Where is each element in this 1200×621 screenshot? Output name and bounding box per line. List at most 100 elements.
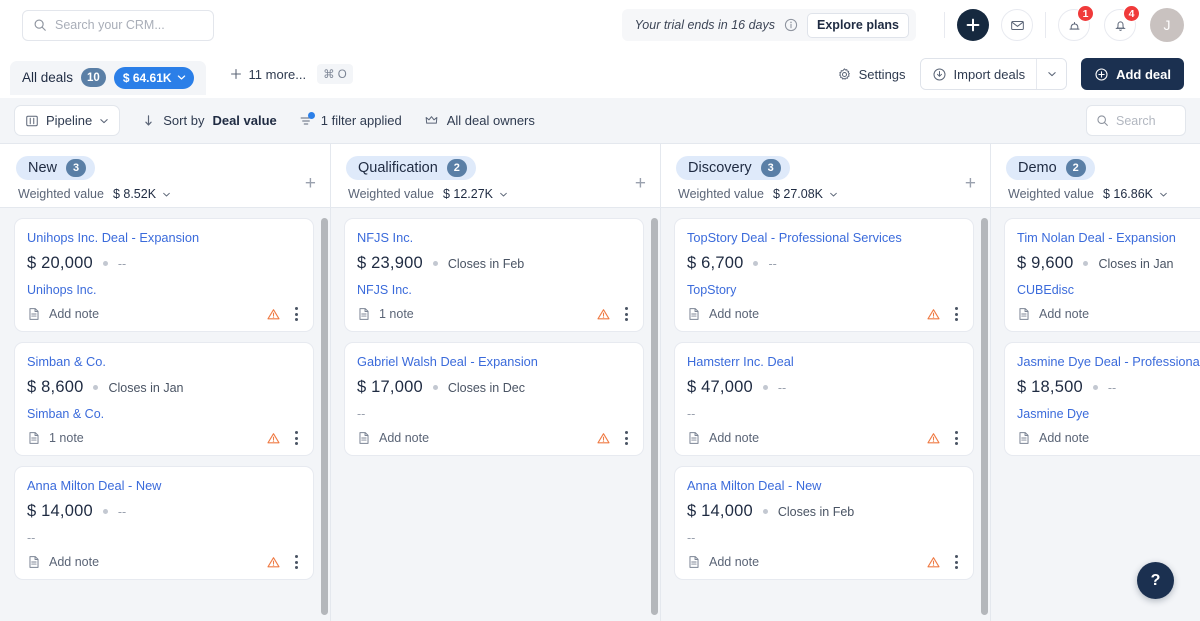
deal-note-button[interactable]: Add note: [687, 431, 759, 445]
deal-note-button[interactable]: 1 note: [27, 431, 84, 445]
deal-title[interactable]: Anna Milton Deal - New: [27, 478, 301, 493]
deal-title[interactable]: Gabriel Walsh Deal - Expansion: [357, 354, 631, 369]
stage-name: Qualification: [358, 160, 438, 176]
stage-pill[interactable]: Demo 2: [1006, 156, 1095, 180]
explore-plans-button[interactable]: Explore plans: [807, 12, 909, 38]
deal-card[interactable]: Simban & Co. $ 8,600 Closes in Jan Simban &…: [14, 342, 314, 456]
quick-add-button[interactable]: [957, 9, 989, 41]
deal-menu-button[interactable]: [952, 429, 961, 447]
deal-menu-button[interactable]: [292, 429, 301, 447]
weighted-value-amount[interactable]: $ 27.08K: [773, 187, 838, 201]
column-header: Discovery 3 Weighted value $ 27.08K +: [660, 144, 990, 208]
warning-icon[interactable]: [266, 555, 281, 570]
deal-card[interactable]: Gabriel Walsh Deal - Expansion $ 17,000 Cl…: [344, 342, 644, 456]
deal-note-button[interactable]: Add note: [1017, 431, 1089, 445]
warning-icon[interactable]: [926, 555, 941, 570]
add-deal-to-stage-button[interactable]: +: [305, 174, 316, 207]
deals-bar: All deals 10 $ 64.61K 11 more... ⌘ O Set…: [0, 50, 1200, 98]
deal-menu-button[interactable]: [622, 305, 631, 323]
stage-pill[interactable]: Qualification 2: [346, 156, 476, 180]
deal-card[interactable]: Tim Nolan Deal - Expansion $ 9,600 Closes …: [1004, 218, 1200, 332]
deal-organization[interactable]: CUBEdisc: [1017, 283, 1200, 297]
avatar[interactable]: J: [1150, 8, 1184, 42]
add-deal-to-stage-button[interactable]: +: [635, 174, 646, 207]
deal-title[interactable]: Jasmine Dye Deal - Professional Services: [1017, 354, 1200, 369]
deal-owners-button[interactable]: All deal owners: [424, 113, 535, 128]
help-button[interactable]: ?: [1137, 562, 1174, 599]
column-header-left: Demo 2 Weighted value $ 16.86K: [1006, 156, 1168, 207]
weighted-value-amount[interactable]: $ 8.52K: [113, 187, 171, 201]
deal-note-button[interactable]: Add note: [687, 555, 759, 569]
deal-title[interactable]: Simban & Co.: [27, 354, 301, 369]
settings-button[interactable]: Settings: [837, 67, 906, 82]
deal-note-button[interactable]: Add note: [1017, 307, 1089, 321]
board-search-input[interactable]: Search: [1086, 105, 1186, 136]
deal-organization[interactable]: TopStory: [687, 283, 961, 297]
deal-organization: --: [687, 531, 696, 545]
sort-down-icon: [145, 115, 152, 126]
deal-organization[interactable]: Simban & Co.: [27, 407, 301, 421]
board-column-qualification: Qualification 2 Weighted value $ 12.27K + NFJ…: [330, 144, 660, 621]
info-icon[interactable]: [784, 18, 798, 32]
import-deals-dropdown[interactable]: [1036, 59, 1067, 89]
deal-menu-button[interactable]: [952, 305, 961, 323]
deal-menu-button[interactable]: [292, 305, 301, 323]
separator-dot: [93, 385, 99, 390]
view-pipeline-selector[interactable]: Pipeline: [14, 105, 121, 136]
warning-icon[interactable]: [596, 431, 611, 446]
warning-icon[interactable]: [266, 431, 281, 446]
deal-title[interactable]: Anna Milton Deal - New: [687, 478, 961, 493]
deal-note-button[interactable]: Add note: [27, 307, 99, 321]
stage-pill[interactable]: New 3: [16, 156, 96, 180]
deal-card[interactable]: Anna Milton Deal - New $ 14,000 Closes in …: [674, 466, 974, 580]
deal-card[interactable]: Jasmine Dye Deal - Professional Services…: [1004, 342, 1200, 456]
notifications-button[interactable]: 4: [1104, 5, 1140, 41]
tab-all-deals[interactable]: All deals 10 $ 64.61K: [10, 60, 206, 95]
warning-icon[interactable]: [596, 307, 611, 322]
deal-card[interactable]: NFJS Inc. $ 23,900 Closes in Feb NFJS Inc. 1…: [344, 218, 644, 332]
deal-title[interactable]: NFJS Inc.: [357, 230, 631, 245]
deal-card[interactable]: Anna Milton Deal - New $ 14,000 -- -- Add no…: [14, 466, 314, 580]
weighted-value-amount[interactable]: $ 12.27K: [443, 187, 508, 201]
sort-by-button[interactable]: Sort by Deal value: [142, 113, 277, 128]
weighted-value-amount[interactable]: $ 16.86K: [1103, 187, 1168, 201]
deal-note-button[interactable]: Add note: [27, 555, 99, 569]
add-deal-to-stage-button[interactable]: +: [965, 174, 976, 207]
deal-menu-button[interactable]: [622, 429, 631, 447]
deal-note-button[interactable]: 1 note: [357, 307, 414, 321]
deal-title[interactable]: Hamsterr Inc. Deal: [687, 354, 961, 369]
deal-menu-button[interactable]: [952, 553, 961, 571]
deal-organization[interactable]: NFJS Inc.: [357, 283, 631, 297]
tasks-button[interactable]: 1: [1058, 5, 1094, 41]
deal-note-button[interactable]: Add note: [687, 307, 759, 321]
deal-organization[interactable]: Jasmine Dye: [1017, 407, 1200, 421]
deal-title[interactable]: Unihops Inc. Deal - Expansion: [27, 230, 301, 245]
warning-icon[interactable]: [266, 307, 281, 322]
warning-icon[interactable]: [926, 431, 941, 446]
tab-all-deals-value[interactable]: $ 64.61K: [113, 66, 194, 89]
deal-card[interactable]: Hamsterr Inc. Deal $ 47,000 -- -- Add note: [674, 342, 974, 456]
deal-title[interactable]: Tim Nolan Deal - Expansion: [1017, 230, 1200, 245]
deal-menu-button[interactable]: [292, 553, 301, 571]
deal-amount: $ 23,900: [357, 254, 423, 272]
deal-title[interactable]: TopStory Deal - Professional Services: [687, 230, 961, 245]
column-scrollbar[interactable]: [651, 218, 658, 615]
crm-search-input[interactable]: Search your CRM...: [22, 9, 214, 41]
deal-note-label: Add note: [49, 555, 100, 569]
deal-card[interactable]: Unihops Inc. Deal - Expansion $ 20,000 -- U…: [14, 218, 314, 332]
deal-note-button[interactable]: Add note: [357, 431, 429, 445]
deal-value-row: $ 14,000 --: [27, 502, 301, 521]
column-scrollbar[interactable]: [321, 218, 328, 615]
note-icon: [357, 307, 371, 321]
separator-dot: [762, 385, 768, 390]
messages-button[interactable]: [1001, 9, 1033, 41]
deal-card[interactable]: TopStory Deal - Professional Services $ 6…: [674, 218, 974, 332]
import-deals-button[interactable]: Import deals: [920, 59, 1037, 89]
more-views-button[interactable]: 11 more...: [230, 67, 306, 82]
stage-pill[interactable]: Discovery 3: [676, 156, 790, 180]
column-scrollbar[interactable]: [981, 218, 988, 615]
warning-icon[interactable]: [926, 307, 941, 322]
add-deal-button[interactable]: Add deal: [1081, 58, 1184, 90]
filters-button[interactable]: 1 filter applied: [299, 111, 402, 128]
deal-organization[interactable]: Unihops Inc.: [27, 283, 301, 297]
